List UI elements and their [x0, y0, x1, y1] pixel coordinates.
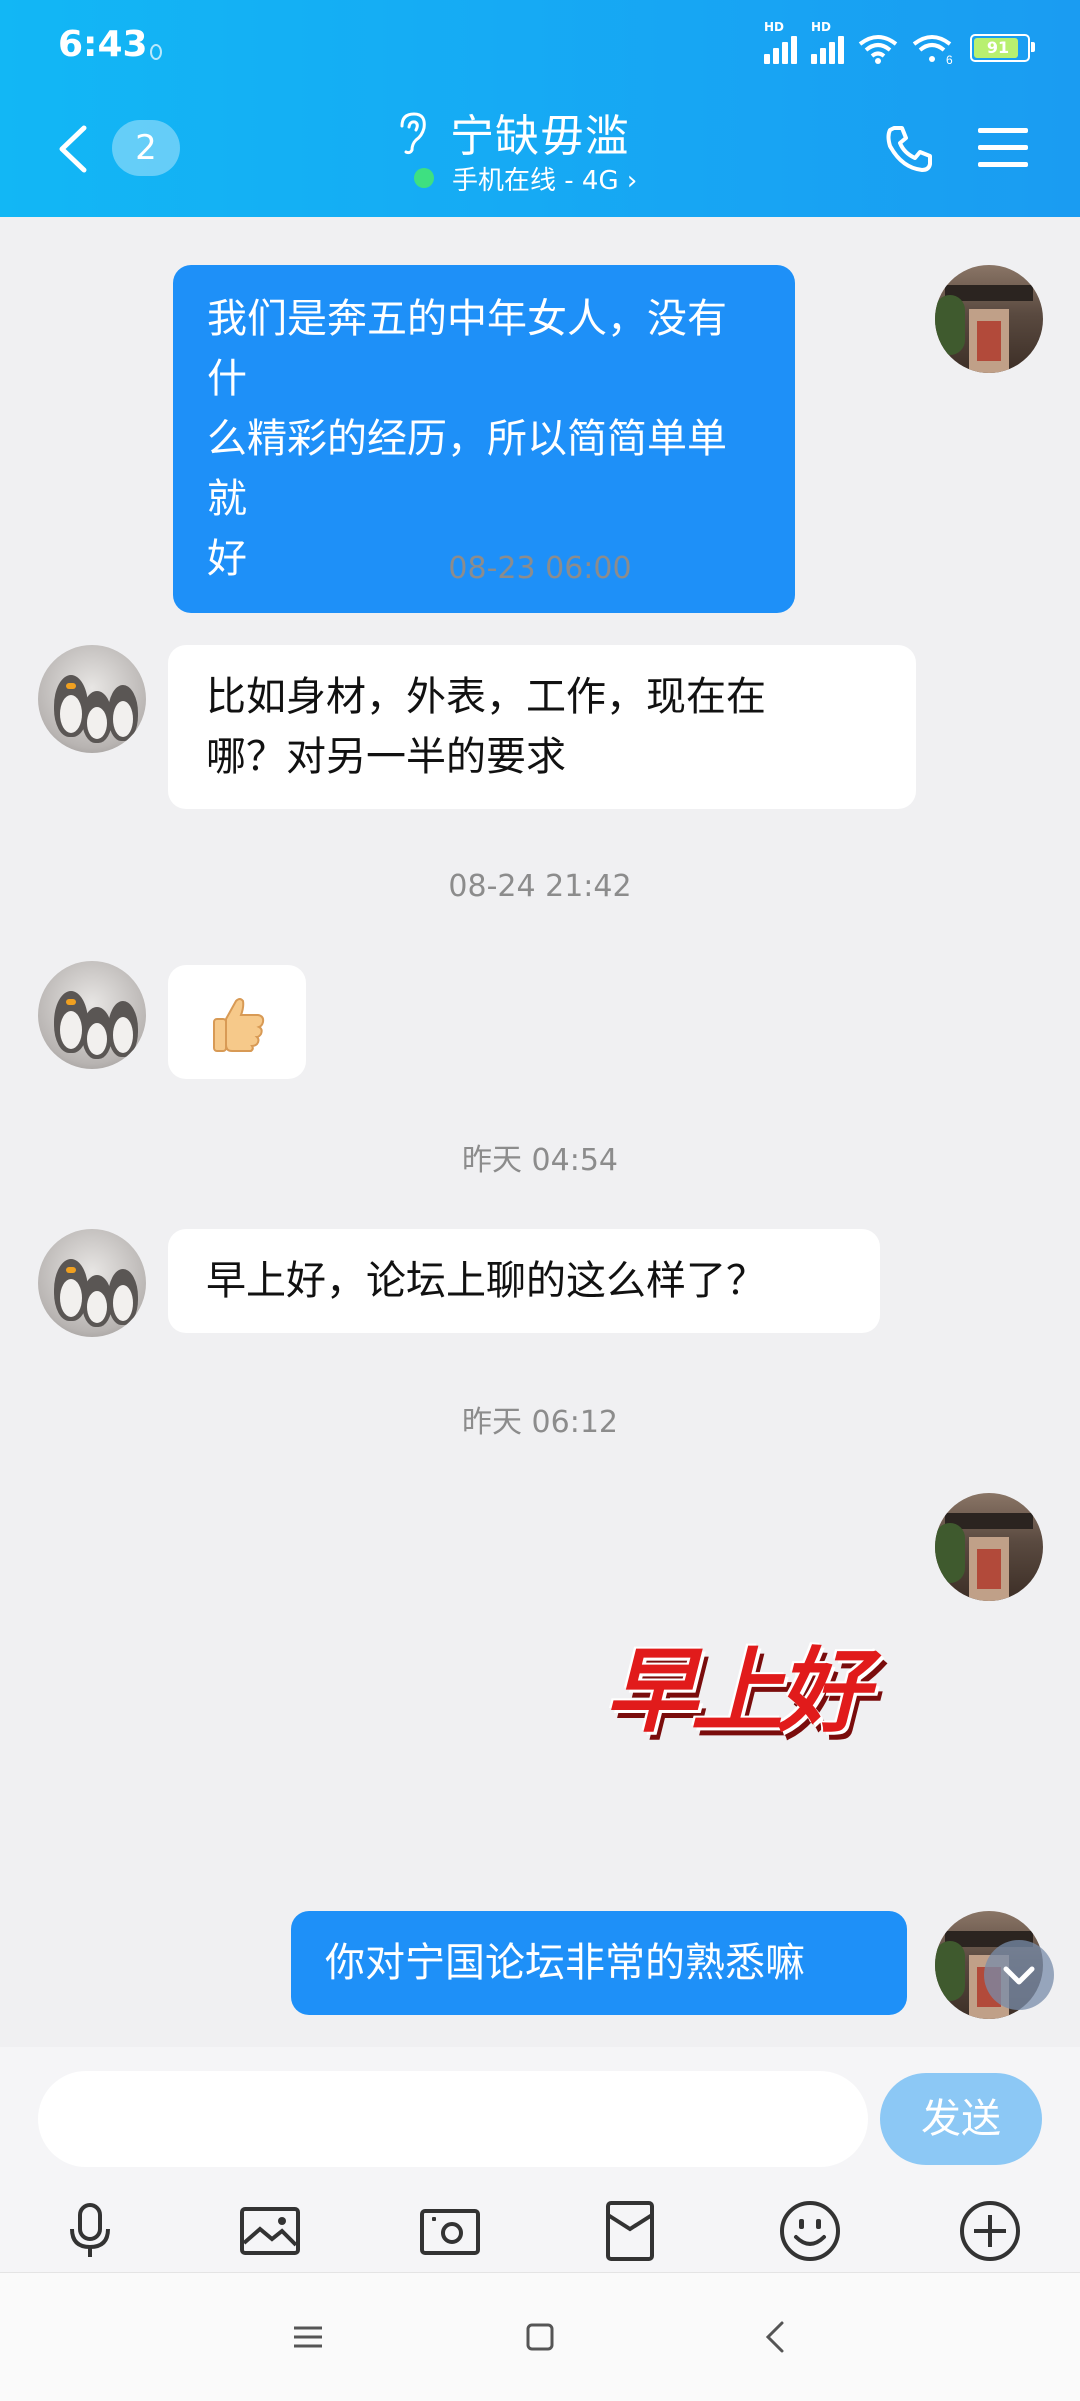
incoming-emoji-bubble[interactable] — [168, 965, 306, 1079]
message-input[interactable] — [38, 2071, 868, 2167]
wifi-6-icon: 6 — [912, 35, 953, 64]
microphone-icon[interactable] — [58, 2199, 122, 2263]
battery-icon: 91 — [970, 34, 1035, 62]
online-status-dot — [414, 168, 434, 188]
incoming-message-bubble[interactable]: 早上好，论坛上聊的这么样了？ — [168, 1229, 880, 1333]
my-avatar[interactable] — [935, 1493, 1043, 1601]
sticker-message[interactable]: 早上好 — [605, 1617, 869, 1745]
chat-header: 6:43 HD HD 6 91 2 宁缺毋滥 手机在线 - 4G › — [0, 0, 1080, 217]
home-icon[interactable] — [520, 2317, 560, 2357]
unread-count-badge[interactable]: 2 — [112, 120, 180, 176]
my-avatar[interactable] — [935, 265, 1043, 373]
contact-avatar[interactable] — [38, 645, 146, 753]
status-time: 6:43 — [58, 24, 148, 65]
signal-icon-2: HD — [811, 20, 844, 64]
incoming-message-bubble[interactable]: 比如身材，外表，工作，现在在 哪？对另一半的要求 — [168, 645, 916, 809]
signal-icon: HD — [764, 20, 797, 64]
svg-text:6: 6 — [946, 53, 953, 64]
system-navigation-bar — [0, 2272, 1080, 2401]
thumbs-up-icon — [213, 998, 265, 1052]
outgoing-message-bubble[interactable]: 你对宁国论坛非常的熟悉嘛 — [291, 1911, 907, 2015]
status-icons: HD HD 6 91 — [764, 20, 1035, 64]
message-timestamp: 08-23 06:00 — [448, 551, 632, 586]
message-timestamp: 昨天 06:12 — [462, 1405, 618, 1440]
message-timestamp: 昨天 04:54 — [462, 1143, 618, 1178]
back-arrow-icon[interactable] — [54, 124, 94, 174]
earpiece-mode-icon[interactable] — [394, 110, 430, 156]
phone-call-icon[interactable] — [882, 122, 936, 176]
camera-icon[interactable] — [418, 2199, 482, 2263]
chat-title[interactable]: 宁缺毋滥 — [450, 100, 630, 164]
image-icon[interactable] — [238, 2199, 302, 2263]
online-status-text[interactable]: 手机在线 - 4G › — [452, 160, 637, 197]
emoji-icon[interactable] — [778, 2199, 842, 2263]
wifi-icon — [858, 35, 898, 64]
plus-icon[interactable] — [958, 2199, 1022, 2263]
contact-avatar[interactable] — [38, 961, 146, 1069]
contact-avatar[interactable] — [38, 1229, 146, 1337]
menu-icon[interactable] — [978, 126, 1028, 170]
send-button[interactable]: 发送 — [880, 2073, 1042, 2165]
message-timestamp: 08-24 21:42 — [448, 869, 632, 904]
chat-message-list[interactable]: 我们是奔五的中年女人，没有什 么精彩的经历，所以简简单单就 好 08-23 06… — [0, 217, 1080, 2047]
scroll-to-bottom-icon[interactable] — [984, 1940, 1054, 2010]
message-composer: 发送 — [0, 2047, 1080, 2272]
notification-dot-icon — [150, 44, 162, 60]
back-nav-icon[interactable] — [756, 2317, 796, 2357]
status-bar: 6:43 HD HD 6 91 — [0, 0, 1080, 100]
red-packet-icon[interactable] — [598, 2199, 662, 2263]
recent-apps-icon[interactable] — [288, 2317, 328, 2357]
